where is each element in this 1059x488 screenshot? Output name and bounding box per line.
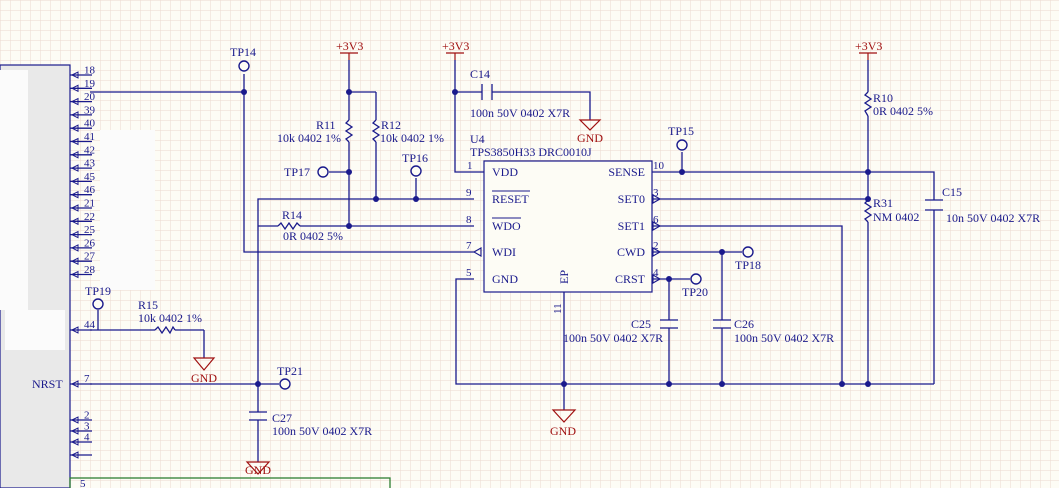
mcu-pin-number: 45 xyxy=(84,171,96,183)
mcu-pin-number: 40 xyxy=(84,118,96,130)
pin-ep-name: EP xyxy=(557,270,571,284)
c27-ref: C27 xyxy=(272,411,292,425)
tp17-label: TP17 xyxy=(284,165,310,179)
pin-ep-num: 11 xyxy=(552,303,564,314)
schematic: 18192039404142434546212225262728234 5 +3… xyxy=(0,0,1059,488)
mcu-pin-number: 39 xyxy=(84,104,96,116)
mcu-pin-number: 41 xyxy=(84,131,95,143)
pin-reset-name: RESET xyxy=(492,192,529,206)
r11-ref: R11 xyxy=(316,118,336,132)
pin-sense-name: SENSE xyxy=(608,165,645,179)
pin-vdd-num: 1 xyxy=(467,160,473,172)
testpoint-tp17: TP17 xyxy=(284,165,329,179)
gnd-label: GND xyxy=(191,371,217,385)
r31-value: NM 0402 xyxy=(873,210,919,224)
c26-value: 100n 50V 0402 X7R xyxy=(734,331,834,345)
mcu-pin-number: 43 xyxy=(84,158,96,170)
u4-part: TPS3850H33 DRC0010J xyxy=(470,145,592,159)
r31-ref: R31 xyxy=(873,196,893,210)
r10-value: 0R 0402 5% xyxy=(873,104,933,118)
mcu-pin-44: 44 xyxy=(84,319,96,331)
mcu-pin-number: 19 xyxy=(84,78,96,90)
tp15-label: TP15 xyxy=(668,124,694,138)
gnd-label: GND xyxy=(245,463,271,477)
tp19-label: TP19 xyxy=(85,284,111,298)
pin-set1-name: SET1 xyxy=(618,219,645,233)
r15-value: 10k 0402 1% xyxy=(138,311,202,325)
tp20-label: TP20 xyxy=(682,285,708,299)
c25-ref: C25 xyxy=(631,317,651,331)
tp18-label: TP18 xyxy=(735,258,761,272)
nrst-label: NRST xyxy=(32,377,63,391)
mcu-pin-number: 4 xyxy=(84,432,90,444)
gnd-label: GND xyxy=(550,424,576,438)
pin-set0-name: SET0 xyxy=(618,192,645,206)
c26-ref: C26 xyxy=(734,317,754,331)
r15-ref: R15 xyxy=(138,298,158,312)
mcu-pin-number: 21 xyxy=(84,198,95,210)
schematic-canvas: 18 19 20 39 40 41 42 43 45 46 21 22 25 26 27 28 2 3 4 5 +3… xyxy=(0,0,1059,488)
pin-gnd-num: 5 xyxy=(466,267,472,279)
mcu-pin-number: 28 xyxy=(84,264,96,276)
tp14-label: TP14 xyxy=(230,45,256,59)
mcu-pin-number: 20 xyxy=(84,91,96,103)
pin-wdi-num: 7 xyxy=(466,240,472,252)
c15-ref: C15 xyxy=(942,185,962,199)
c25-value: 100n 50V 0402 X7R xyxy=(563,331,663,345)
r12-value: 10k 0402 1% xyxy=(380,131,444,145)
mcu-pin-number: 46 xyxy=(84,184,96,196)
power-label: +3V3 xyxy=(336,39,363,53)
tp16-label: TP16 xyxy=(402,151,428,165)
tp21-label: TP21 xyxy=(277,364,303,378)
pin-vdd-name: VDD xyxy=(492,165,518,179)
pin-wdi-name: WDI xyxy=(492,245,516,259)
pin-gnd-name: GND xyxy=(492,272,518,286)
pin-wdo-name: WDO xyxy=(492,219,521,233)
c14-value: 100n 50V 0402 X7R xyxy=(470,106,570,120)
pin-reset-num: 9 xyxy=(466,187,472,199)
c15-value: 10n 50V 0402 X7R xyxy=(946,211,1040,225)
pin-crst-name: CRST xyxy=(615,272,646,286)
mcu-pin-number: 26 xyxy=(84,237,96,249)
mcu-pin-number: 22 xyxy=(84,211,95,223)
mcu-pin-5: 5 xyxy=(80,478,86,488)
r11-value: 10k 0402 1% xyxy=(277,131,341,145)
mcu-pin-7: 7 xyxy=(84,373,90,385)
u4-ref: U4 xyxy=(470,132,485,146)
r14-ref: R14 xyxy=(282,208,302,222)
power-label: +3V3 xyxy=(855,39,882,53)
pin-wdo-num: 8 xyxy=(466,214,472,226)
r14-value: 0R 0402 5% xyxy=(283,229,343,243)
r12-ref: R12 xyxy=(381,118,401,132)
mcu-pin-number: 42 xyxy=(84,144,95,156)
c27-value: 100n 50V 0402 X7R xyxy=(272,424,372,438)
gnd-c27: GND xyxy=(245,461,271,477)
gnd-label: GND xyxy=(577,131,603,145)
mcu-pin-number: 18 xyxy=(84,65,96,77)
mcu-pin-number: 27 xyxy=(84,251,96,263)
pin-cwd-name: CWD xyxy=(617,245,645,259)
mcu-pin-number: 25 xyxy=(84,224,96,236)
pin-sense-num: 10 xyxy=(653,160,665,172)
power-label: +3V3 xyxy=(442,39,469,53)
c14-ref: C14 xyxy=(470,67,490,81)
r10-ref: R10 xyxy=(873,91,893,105)
